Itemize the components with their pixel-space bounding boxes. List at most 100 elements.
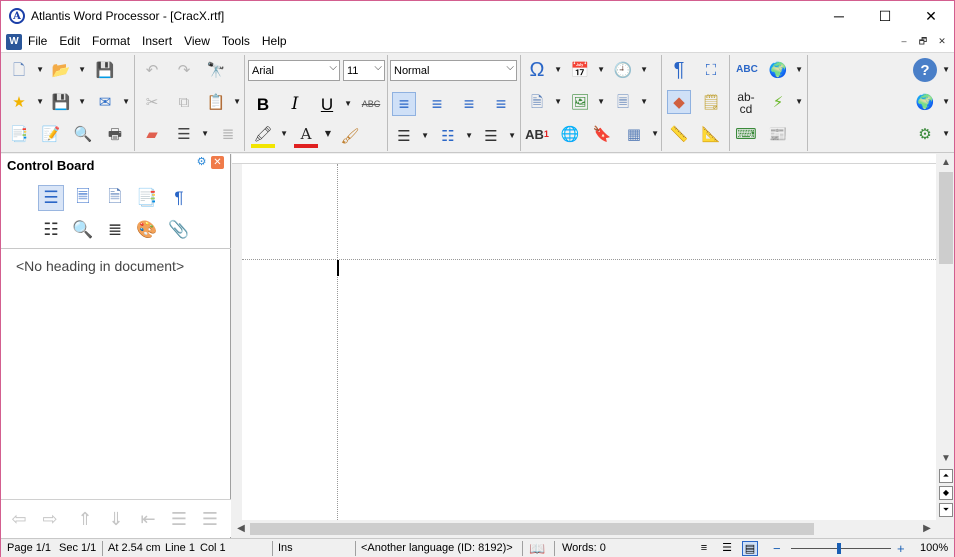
- collapse-icon[interactable]: ☰: [168, 508, 190, 530]
- paragraph-lines-icon[interactable]: ☰: [172, 122, 209, 146]
- next-page-icon[interactable]: ⏷: [939, 503, 953, 517]
- status-insert-mode[interactable]: Ins: [278, 539, 293, 557]
- save-as-icon[interactable]: 💾: [49, 90, 86, 114]
- help-icon[interactable]: ?: [913, 58, 950, 82]
- zoom-slider-track[interactable]: [791, 548, 891, 549]
- notes-panel-icon[interactable]: 🗎: [102, 185, 128, 211]
- list-panel-icon[interactable]: ≣: [102, 217, 128, 243]
- menu-tools[interactable]: Tools: [216, 31, 256, 52]
- bookmarks-panel-icon[interactable]: 📑: [134, 185, 160, 211]
- status-language[interactable]: <Another language (ID: 8192)>: [361, 539, 513, 557]
- draft-view-button[interactable]: ≡: [696, 541, 712, 556]
- scroll-up-icon[interactable]: ▲: [939, 156, 953, 170]
- menu-format[interactable]: Format: [86, 31, 136, 52]
- zoom-slider-thumb[interactable]: [837, 543, 841, 554]
- align-left-button[interactable]: ≡: [392, 92, 416, 116]
- favorites-star-icon[interactable]: ★: [7, 90, 44, 114]
- print-icon[interactable]: 🖶: [103, 122, 127, 146]
- symbol-omega-icon[interactable]: Ω: [525, 58, 562, 82]
- highlight-color-icon[interactable]: 🖍: [251, 124, 288, 148]
- page-layout-view-button[interactable]: ▤: [742, 541, 758, 556]
- plugin-icon[interactable]: 📰: [766, 122, 790, 146]
- vertical-ruler-icon[interactable]: 📐: [699, 122, 723, 146]
- menu-view[interactable]: View: [178, 31, 216, 52]
- speak-keyboard-icon[interactable]: ⌨: [734, 122, 758, 146]
- font-size-select[interactable]: 11 ⌵: [343, 60, 385, 81]
- date-calendar-icon[interactable]: 📅: [568, 58, 605, 82]
- zoom-in-button[interactable]: +: [897, 539, 905, 557]
- align-right-button[interactable]: ≡: [457, 92, 481, 116]
- mdi-close-button[interactable]: ✕: [934, 34, 950, 48]
- maximize-button[interactable]: ☐: [862, 1, 908, 31]
- move-down-icon[interactable]: ⇓: [105, 508, 127, 530]
- move-up-icon[interactable]: ⇑: [74, 508, 96, 530]
- close-icon[interactable]: ✕: [211, 156, 224, 169]
- back-arrow-icon[interactable]: ⇦: [8, 508, 30, 530]
- find-binoculars-icon[interactable]: 🔭: [204, 58, 228, 82]
- mdi-minimize-button[interactable]: –: [896, 34, 912, 48]
- time-clock-icon[interactable]: 🕘: [611, 58, 648, 82]
- fullscreen-icon[interactable]: ⛶: [699, 58, 723, 82]
- insert-picture-icon[interactable]: 🖼: [568, 90, 605, 114]
- outline-view-icon[interactable]: 🗒: [699, 90, 723, 114]
- underline-button[interactable]: U: [315, 92, 352, 116]
- scroll-right-icon[interactable]: ▶: [920, 522, 934, 536]
- italic-button[interactable]: I: [283, 92, 307, 116]
- replace-button[interactable]: ab- cd: [734, 88, 758, 118]
- find-panel-icon[interactable]: 🔍: [70, 217, 96, 243]
- horizontal-scrollbar[interactable]: ◀ ▶: [232, 520, 936, 538]
- print-preview-icon[interactable]: 🔍: [71, 122, 95, 146]
- document-menu-icon[interactable]: W: [6, 33, 22, 50]
- hyperlink-globe-icon[interactable]: 🌐: [558, 122, 582, 146]
- font-color-icon[interactable]: A: [294, 124, 331, 148]
- zoom-out-button[interactable]: −: [773, 539, 781, 557]
- normal-view-button[interactable]: ☰: [719, 541, 735, 556]
- autocorrect-icon[interactable]: 🌍: [766, 58, 803, 82]
- undo-icon[interactable]: ↶: [140, 58, 164, 82]
- copy-icon[interactable]: ⧉: [172, 90, 196, 114]
- spellcheck-button[interactable]: ABC: [734, 58, 760, 82]
- control-board-toggle-icon[interactable]: ◆: [667, 90, 691, 114]
- mdi-restore-button[interactable]: 🗗: [915, 34, 931, 48]
- insert-table-icon[interactable]: ▦: [622, 122, 659, 146]
- header-footer-icon[interactable]: 🗏: [611, 90, 648, 114]
- settings-gear-icon[interactable]: ⚙: [913, 122, 950, 146]
- properties-icon[interactable]: 📑: [7, 122, 31, 146]
- columns-icon[interactable]: ≣: [216, 122, 240, 146]
- redo-icon[interactable]: ↷: [172, 58, 196, 82]
- close-button[interactable]: ✕: [908, 1, 954, 31]
- bookmark-icon[interactable]: 🔖: [590, 122, 614, 146]
- gear-icon[interactable]: ⚙: [195, 156, 208, 169]
- save-icon[interactable]: 💾: [93, 58, 117, 82]
- bold-button[interactable]: B: [251, 92, 275, 116]
- fonts-panel-icon[interactable]: ¶: [166, 185, 192, 211]
- eraser-icon[interactable]: ▰: [140, 122, 164, 146]
- page-break-icon[interactable]: 🗎: [525, 90, 562, 114]
- vertical-scroll-thumb[interactable]: [939, 172, 953, 264]
- outline-panel-icon[interactable]: ☷: [38, 217, 64, 243]
- numbering-icon[interactable]: ☷: [436, 124, 473, 148]
- scroll-left-icon[interactable]: ◀: [234, 522, 248, 536]
- font-name-select[interactable]: Arial ⌵: [248, 60, 340, 81]
- scroll-down-icon[interactable]: ▼: [939, 452, 953, 466]
- clips-panel-icon[interactable]: 📎: [166, 217, 192, 243]
- web-globe-icon[interactable]: 🌍: [913, 90, 950, 114]
- format-painter-icon[interactable]: 🖌: [338, 124, 362, 148]
- menu-edit[interactable]: Edit: [53, 31, 86, 52]
- menu-help[interactable]: Help: [256, 31, 293, 52]
- cut-icon[interactable]: ✂: [140, 90, 164, 114]
- align-center-button[interactable]: ≡: [425, 92, 449, 116]
- horizontal-scroll-thumb[interactable]: [250, 523, 814, 535]
- forward-arrow-icon[interactable]: ⇨: [39, 508, 61, 530]
- book-icon[interactable]: 📖: [529, 539, 545, 557]
- vertical-scrollbar[interactable]: ▲ ▼ ⏶ ◆ ⏷: [936, 154, 954, 520]
- palette-panel-icon[interactable]: 🎨: [134, 217, 160, 243]
- minimize-button[interactable]: ─: [816, 1, 862, 31]
- justify-button[interactable]: ≡: [489, 92, 513, 116]
- styles-panel-icon[interactable]: 🗏: [70, 185, 96, 211]
- headings-panel-icon[interactable]: ☰: [38, 185, 64, 211]
- open-folder-icon[interactable]: 📂: [49, 58, 86, 82]
- previous-page-icon[interactable]: ⏶: [939, 469, 953, 483]
- edit-document-icon[interactable]: 📝: [39, 122, 63, 146]
- document-page[interactable]: [242, 164, 936, 520]
